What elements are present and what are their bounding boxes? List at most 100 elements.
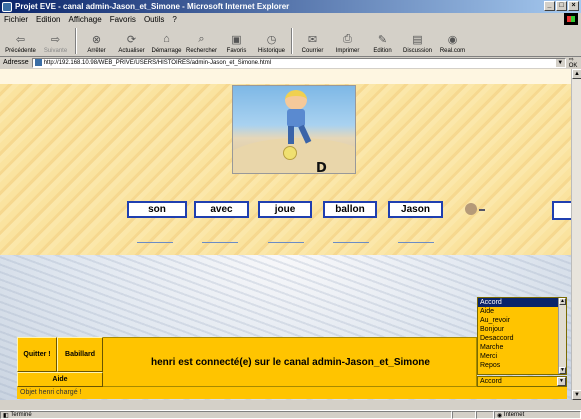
toolbar-button-suivante[interactable]: ⇨ Suivante	[38, 32, 73, 55]
menu-help[interactable]: ?	[172, 15, 176, 24]
top-band	[0, 69, 571, 84]
toolbar-button-actualiser[interactable]: ⟳ Actualiser	[114, 32, 149, 55]
list-item[interactable]: Desaccord	[478, 334, 566, 343]
chevron-down-icon[interactable]: ▼	[557, 377, 566, 386]
toolbar-button-edition[interactable]: ✎ Edition	[365, 32, 400, 55]
word-slot[interactable]	[398, 242, 434, 243]
babillard-button[interactable]: Babillard	[57, 337, 103, 372]
scroll-down-icon[interactable]: ▼	[572, 390, 581, 400]
menu-affichage[interactable]: Affichage	[68, 15, 101, 24]
forward-arrow-icon: ⇨	[50, 33, 61, 46]
favorites-icon: ▣	[231, 33, 242, 46]
toolbar-button-d-marrage[interactable]: ⌂ Démarrage	[149, 32, 184, 54]
app-status-line: Objet henri chargé !	[17, 387, 567, 399]
scroll-up-icon[interactable]: ▲	[559, 298, 566, 305]
list-scrollbar[interactable]: ▲ ▼	[558, 298, 566, 374]
word-card[interactable]: joue	[258, 201, 312, 218]
browser-status-bar: ◧ Terminé ◉ Internet	[0, 410, 581, 419]
word-card[interactable]: Jason	[388, 201, 443, 218]
list-item[interactable]: Bonjour	[478, 325, 566, 334]
toolbar-button-favoris[interactable]: ▣ Favoris	[219, 32, 254, 55]
toolbar-button-discussion[interactable]: ▤ Discussion	[400, 32, 435, 55]
toolbar-button-label: Arrêter	[87, 48, 106, 54]
address-label: Adresse	[3, 59, 29, 66]
toolbar-button-label: Imprimer	[335, 48, 360, 54]
close-button[interactable]: ×	[568, 1, 579, 11]
page-icon	[34, 59, 42, 66]
scroll-up-icon[interactable]: ▲	[572, 69, 581, 79]
window-title-bar: Projet EVE - canal admin-Jason_et_Simone…	[0, 0, 581, 13]
toolbar-button-label: Discussion	[402, 48, 432, 54]
command-list[interactable]: Accord Aide Au_revoir Bonjour Desaccord …	[477, 297, 567, 375]
scroll-down-icon[interactable]: ▼	[559, 367, 566, 374]
toolbar-button-label: Suivante	[43, 48, 68, 54]
list-item[interactable]: Aide	[478, 307, 566, 316]
toolbar-button-label: Historique	[257, 48, 285, 54]
toolbar-button-label: Rechercher	[185, 48, 217, 54]
toolbar-button-real-com[interactable]: ◉ Real.com	[435, 32, 470, 55]
list-item[interactable]: Merci	[478, 352, 566, 361]
minimize-button[interactable]: _	[544, 1, 555, 11]
real-icon: ◉	[447, 33, 458, 46]
scene-letter: D	[316, 161, 327, 176]
history-icon: ◷	[266, 33, 277, 46]
search-icon: ⌕	[198, 32, 205, 45]
command-select-value: Accord	[480, 378, 502, 385]
toolbar-button-courrier[interactable]: ✉ Courrier	[295, 32, 330, 55]
home-icon: ⌂	[163, 33, 170, 45]
word-card[interactable]: avec	[194, 201, 249, 218]
toolbar-button-label: Actualiser	[118, 48, 145, 54]
address-bar: Adresse http://192.168.10.98/WEB_PRIVE/U…	[0, 56, 581, 69]
toolbar-button-arr-ter[interactable]: ⊗ Arrêter	[79, 32, 114, 55]
address-dropdown-icon[interactable]: ▼	[555, 58, 565, 67]
status-text: Terminé	[10, 412, 32, 418]
command-select[interactable]: Accord ▼	[477, 376, 567, 387]
toolbar-separator	[291, 28, 293, 54]
toolbar-button-historique[interactable]: ◷ Historique	[254, 32, 289, 55]
ball-icon	[283, 146, 297, 160]
mail-icon: ✉	[307, 33, 318, 46]
back-arrow-icon: ⇦	[15, 33, 26, 46]
quit-button[interactable]: Quitter !	[17, 337, 57, 372]
address-input[interactable]: http://192.168.10.98/WEB_PRIVE/USERS/HIS…	[31, 57, 566, 68]
ie-icon	[2, 1, 12, 12]
list-item[interactable]: Accord	[478, 298, 566, 307]
toolbar-button-label: Précédente	[5, 48, 36, 54]
toolbar-button-label: Favoris	[226, 48, 247, 54]
toolbar-button-imprimer[interactable]: ⎙ Imprimer	[330, 32, 365, 55]
list-item[interactable]: Repos	[478, 361, 566, 370]
user-avatar-icon[interactable]	[465, 203, 485, 215]
toolbar: ⇦ Précédente ⇨ Suivante ⊗ Arrêter ⟳ Actualiser ⌂…	[0, 25, 581, 56]
toolbar-button-rechercher[interactable]: ⌕ Rechercher	[184, 32, 219, 55]
toolbar-button-pr-c-dente[interactable]: ⇦ Précédente	[3, 32, 38, 55]
refresh-icon: ⟳	[126, 33, 137, 46]
menu-edition[interactable]: Edition	[36, 15, 60, 24]
word-slot[interactable]	[333, 242, 369, 243]
word-slot[interactable]	[137, 242, 173, 243]
aide-button[interactable]: Aide	[17, 372, 103, 387]
word-card[interactable]: son	[127, 201, 187, 218]
vertical-scrollbar[interactable]: ▲ ▼	[571, 69, 581, 400]
go-button[interactable]: ⇨ OK	[569, 56, 581, 69]
word-card-partial[interactable]	[552, 201, 571, 220]
edit-icon: ✎	[377, 33, 388, 46]
list-item[interactable]: Au_revoir	[478, 316, 566, 325]
word-slot[interactable]	[268, 242, 304, 243]
toolbar-separator	[75, 28, 77, 54]
list-item[interactable]: Marche	[478, 343, 566, 352]
toolbar-button-label: Real.com	[439, 48, 466, 54]
window-title: Projet EVE - canal admin-Jason_et_Simone…	[15, 2, 290, 11]
toolbar-button-label: Edition	[373, 48, 392, 54]
maximize-button[interactable]: □	[556, 1, 567, 11]
toolbar-button-label: Courrier	[301, 48, 324, 54]
word-slot[interactable]	[202, 242, 238, 243]
menu-favoris[interactable]: Favoris	[110, 15, 136, 24]
word-card[interactable]: ballon	[323, 201, 377, 218]
menu-fichier[interactable]: Fichier	[4, 15, 28, 24]
print-icon: ⎙	[343, 32, 352, 45]
character-jason	[279, 90, 315, 152]
windows-logo-icon	[564, 13, 578, 25]
menu-outils[interactable]: Outils	[144, 15, 164, 24]
internet-zone-icon: ◉	[497, 412, 503, 419]
toolbar-button-label: Démarrage	[151, 48, 182, 54]
